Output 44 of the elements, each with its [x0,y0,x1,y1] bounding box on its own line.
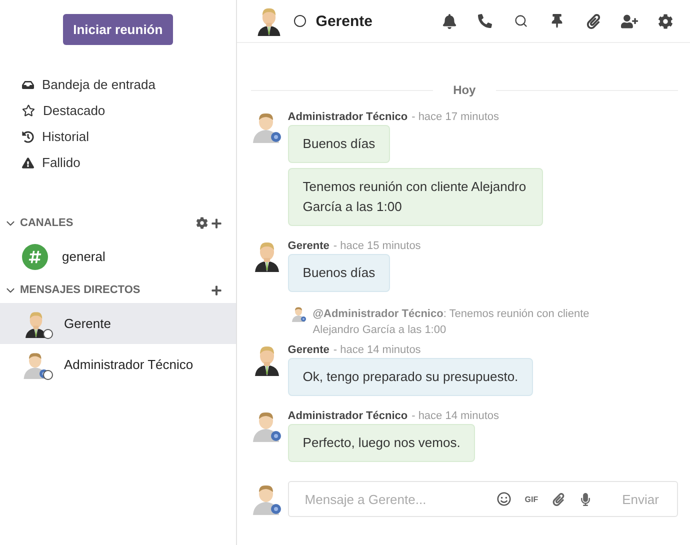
paperclip-icon[interactable] [552,492,566,506]
message-time: - hace 15 minutos [333,240,421,252]
message-author: Gerente [288,240,330,252]
hashtag-icon [22,244,48,270]
user-avatar [250,111,283,143]
nav-item[interactable]: Fallido [22,153,236,172]
message-time: - hace 17 minutos [412,111,500,123]
start-meeting-button[interactable]: Iniciar reunión [63,14,173,45]
nav-item[interactable]: Bandeja de entrada [22,75,236,94]
message-author: Administrador Técnico [288,410,408,422]
add-icon[interactable] [210,218,222,228]
user-avatar [250,410,283,442]
add-user-icon[interactable] [618,12,640,30]
gif-button[interactable]: GIF [524,494,538,504]
message-bubble: Tenemos reunión con cliente Alejandro García a las 1:00 [288,168,543,226]
message-input[interactable]: Mensaje a Gerente... GIF Enviar [288,481,678,517]
settings-icon[interactable] [196,217,208,229]
inbox-icon [22,78,34,90]
nav-item[interactable]: Historial [22,127,236,146]
message-bubble: Ok, tengo preparado su presupuesto. [288,358,534,396]
direct-message-item[interactable]: Administrador Técnico [0,344,236,385]
message-time: - hace 14 minutos [412,410,500,422]
warning-icon [22,156,34,168]
direct-message-item[interactable]: Gerente [0,303,236,344]
section-title: MENSAJES DIRECTOS [20,284,142,296]
day-separator: Hoy [453,83,476,97]
message-bubble: Buenos días [288,254,390,292]
nav-item[interactable]: Destacado [22,101,236,120]
microphone-icon[interactable] [579,492,592,506]
message-author: Administrador Técnico [288,111,408,123]
user-avatar [250,483,283,515]
history-icon [22,130,34,142]
reply-quote: @Administrador Técnico: Tenemos reunión con cliente Alejandro García a las 1:00 [312,307,590,338]
message-bubble: Buenos días [288,125,390,163]
message-time: - hace 14 minutos [333,344,421,356]
star-icon [22,104,35,117]
message-author: Gerente [288,344,330,356]
section-title: CANALES [20,217,74,229]
chat-title: Gerente [316,12,374,30]
message-bubble: Perfecto, luego nos vemos. [288,424,476,462]
emoji-icon[interactable] [496,492,511,506]
user-avatar [290,306,307,322]
add-icon[interactable] [210,284,222,296]
channel-item[interactable]: general [0,236,236,277]
